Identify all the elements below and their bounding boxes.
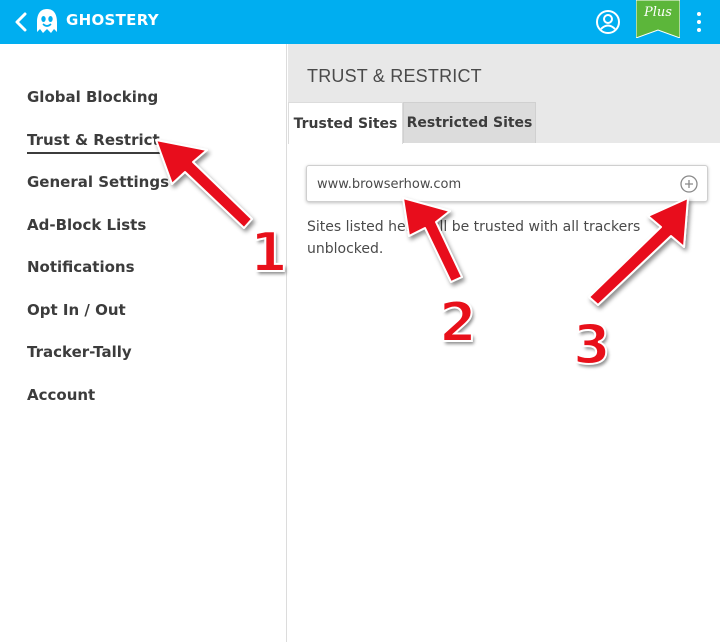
sidebar-item-ad-block-lists[interactable]: Ad-Block Lists <box>27 216 146 234</box>
tab-trusted-sites[interactable]: Trusted Sites <box>288 102 403 144</box>
ghost-logo-icon <box>34 8 60 36</box>
sidebar-item-notifications[interactable]: Notifications <box>27 258 135 276</box>
brand-name: GHOSTERY <box>66 11 159 29</box>
sidebar-item-account[interactable]: Account <box>27 386 95 404</box>
trusted-site-field <box>306 165 708 202</box>
tab-restricted-sites[interactable]: Restricted Sites <box>403 102 536 143</box>
sidebar-item-trust-restrict[interactable]: Trust & Restrict <box>27 131 160 154</box>
help-text: Sites listed here will be trusted with a… <box>307 219 641 257</box>
sidebar-item-global-blocking[interactable]: Global Blocking <box>27 88 158 106</box>
more-vert-icon[interactable] <box>692 8 706 36</box>
sidebar-item-tracker-tally[interactable]: Tracker-Tally <box>27 343 132 361</box>
plus-label: Plus <box>644 5 672 20</box>
main-panel: TRUST & RESTRICT Trusted Sites Restricte… <box>288 44 720 642</box>
sidebar-item-general-settings[interactable]: General Settings <box>27 173 169 191</box>
sidebar: Global Blocking Trust & Restrict General… <box>0 44 287 642</box>
top-bar: GHOSTERY Plus <box>0 0 720 44</box>
plus-ribbon-icon[interactable]: Plus <box>635 0 681 39</box>
account-icon[interactable] <box>595 9 621 35</box>
add-circle-icon[interactable] <box>679 174 699 194</box>
trusted-site-input[interactable] <box>317 174 657 194</box>
back-chevron-icon[interactable] <box>10 8 32 36</box>
sidebar-item-opt-in-out[interactable]: Opt In / Out <box>27 301 126 319</box>
main-header: TRUST & RESTRICT Trusted Sites Restricte… <box>288 44 720 144</box>
page-title: TRUST & RESTRICT <box>307 66 482 86</box>
